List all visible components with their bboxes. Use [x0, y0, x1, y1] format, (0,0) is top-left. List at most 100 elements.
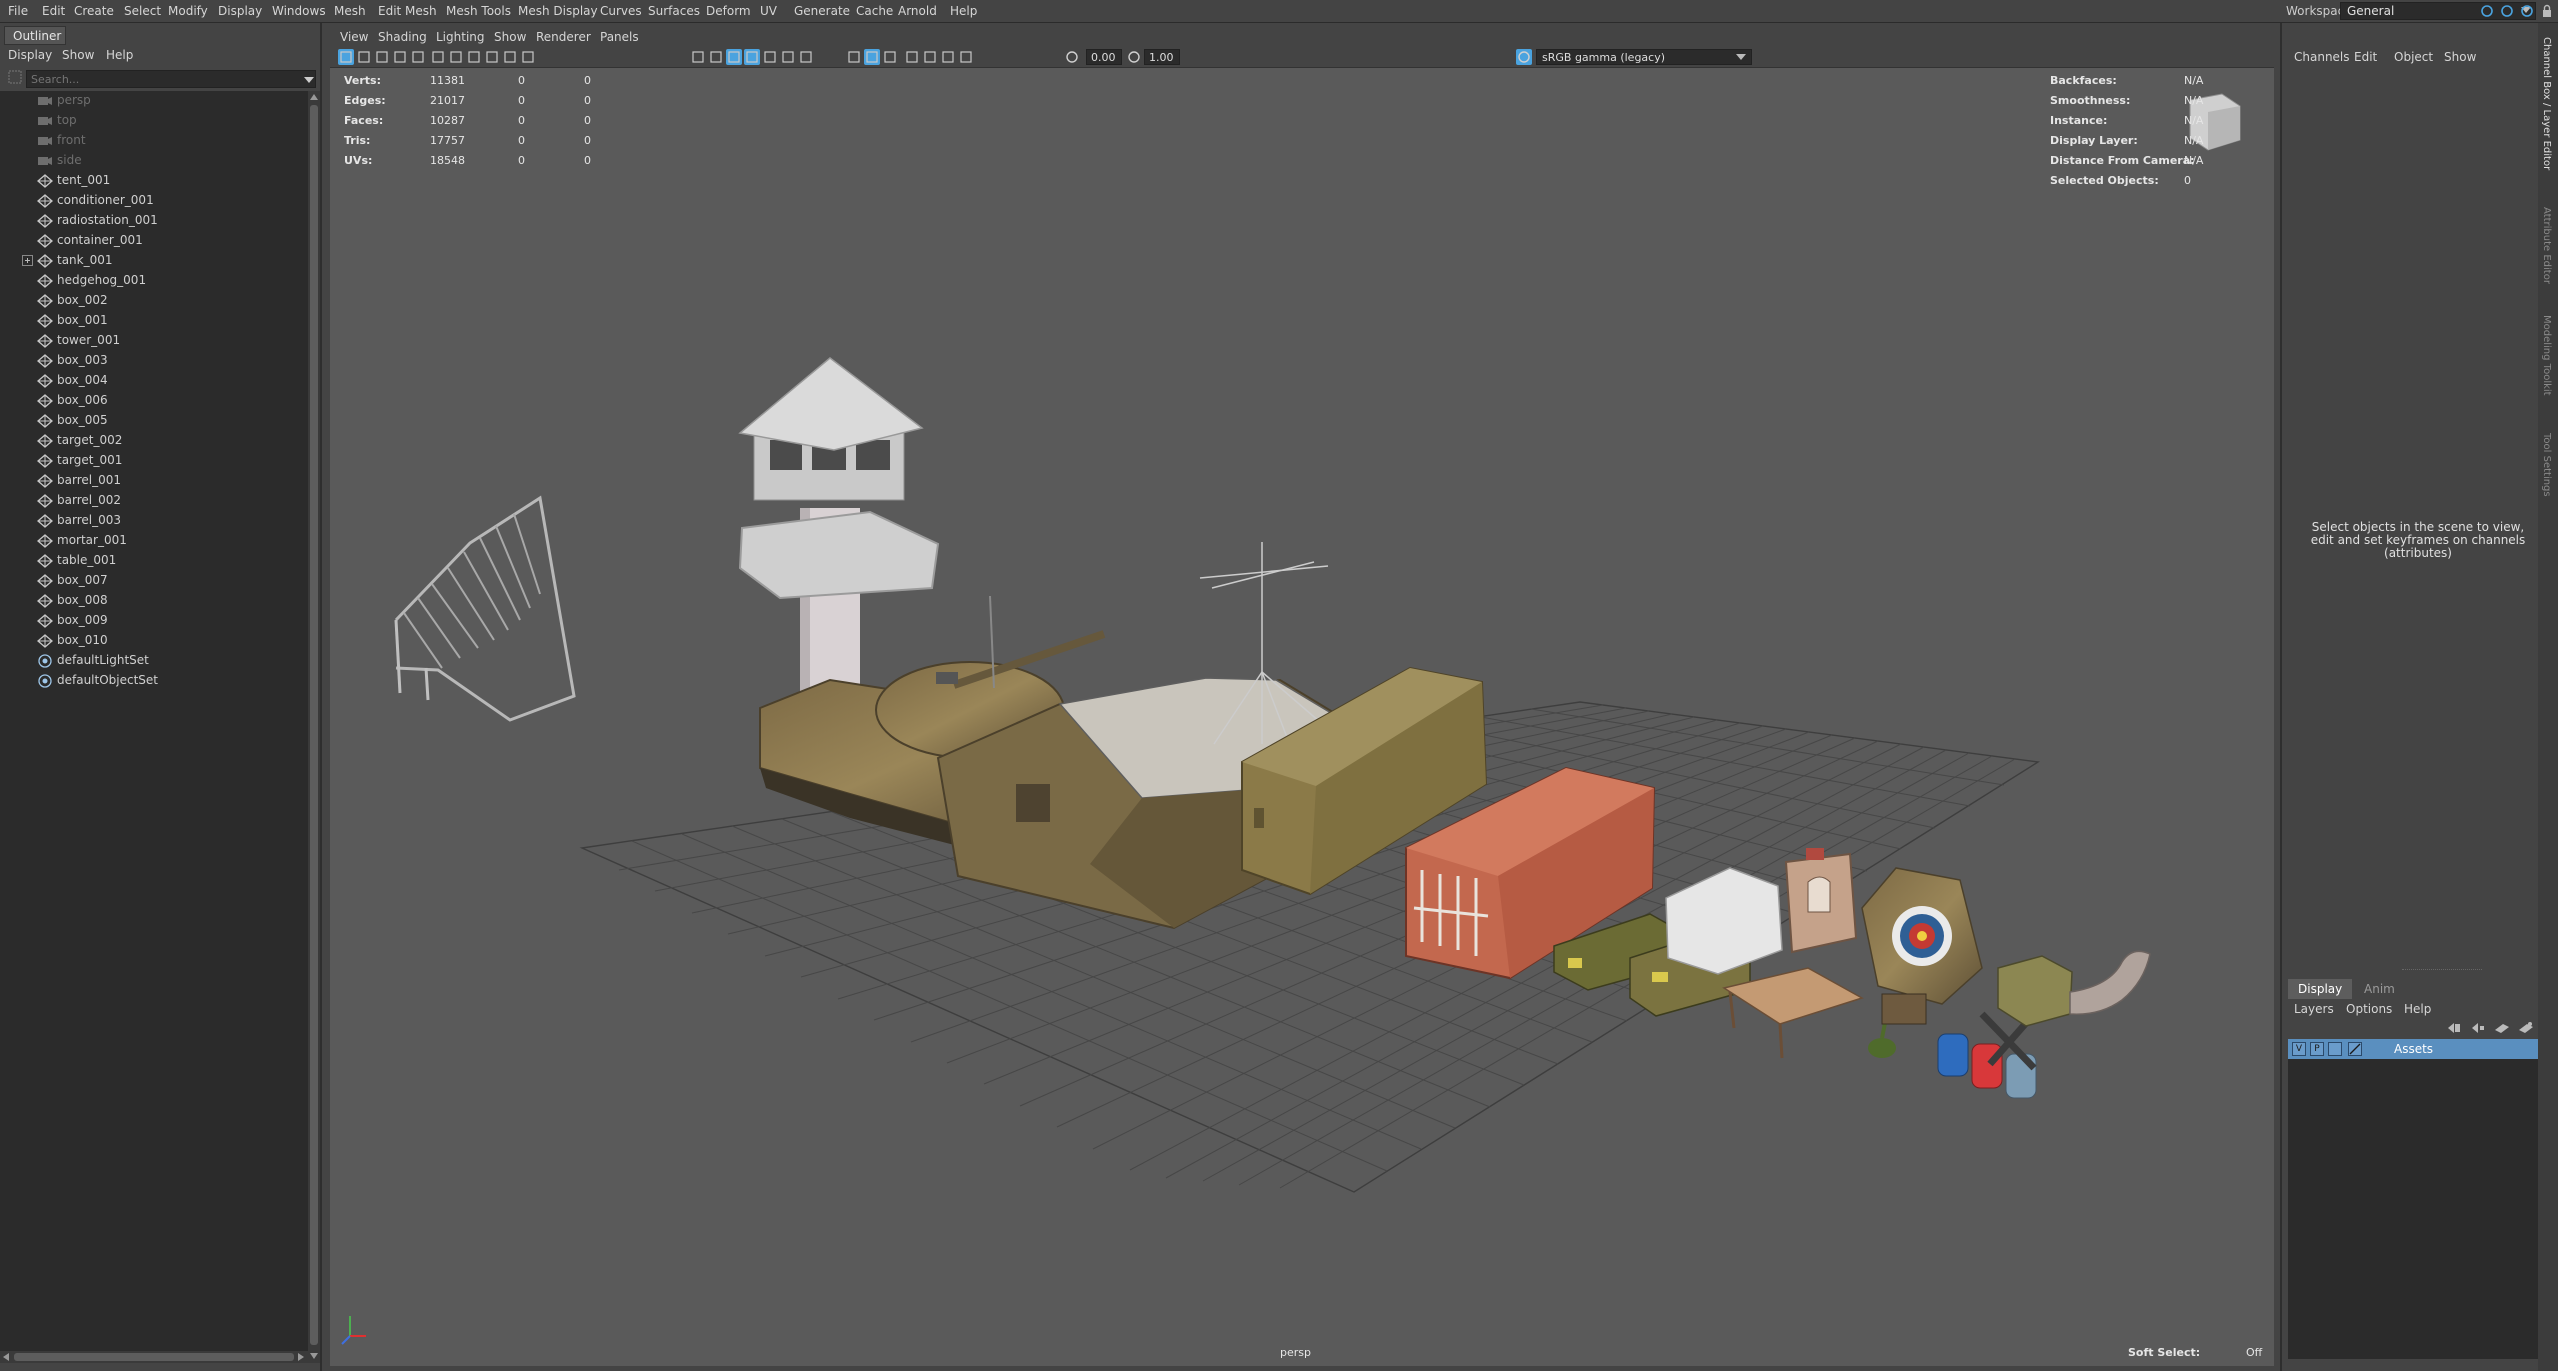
- outliner-item[interactable]: box_008: [0, 591, 308, 611]
- outliner-item[interactable]: tank_001: [0, 251, 308, 271]
- select-camera-icon[interactable]: [338, 49, 354, 65]
- xray-icon[interactable]: [922, 49, 938, 65]
- menu-mesh[interactable]: Mesh: [334, 4, 366, 18]
- outliner-item[interactable]: conditioner_001: [0, 191, 308, 211]
- side-tab-tool-settings[interactable]: Tool Settings: [2541, 433, 2552, 497]
- use-lights-icon[interactable]: [762, 49, 778, 65]
- outliner-item[interactable]: tower_001: [0, 331, 308, 351]
- viewport-menu-renderer[interactable]: Renderer: [536, 30, 591, 44]
- channel-menu-edit[interactable]: Edit: [2354, 50, 2377, 64]
- scroll-down-icon[interactable]: [310, 1353, 318, 1359]
- layer-menu-layers[interactable]: Layers: [2294, 1002, 2334, 1016]
- new-layer-icon[interactable]: [2494, 1021, 2510, 1035]
- layer-row-assets[interactable]: V P Assets: [2288, 1039, 2538, 1059]
- menu-mesh-tools[interactable]: Mesh Tools: [446, 4, 511, 18]
- viewport-3d[interactable]: Verts: 11381 0 0 Edges: 21017 0 0 Faces: 10287 0 0 T…: [330, 68, 2274, 1366]
- layer-menu-options[interactable]: Options: [2346, 1002, 2392, 1016]
- textured-icon[interactable]: [744, 49, 760, 65]
- viewport-menu-panels[interactable]: Panels: [600, 30, 639, 44]
- outliner-item[interactable]: box_006: [0, 391, 308, 411]
- outliner-item[interactable]: side: [0, 151, 308, 171]
- safe-title-icon[interactable]: [520, 49, 536, 65]
- viewport-menu-view[interactable]: View: [340, 30, 368, 44]
- smooth-shade-icon[interactable]: [708, 49, 724, 65]
- channel-menu-object[interactable]: Object: [2394, 50, 2433, 64]
- menu-surfaces[interactable]: Surfaces: [648, 4, 700, 18]
- outliner-item[interactable]: table_001: [0, 551, 308, 571]
- color-space-dropdown[interactable]: sRGB gamma (legacy): [1536, 49, 1752, 65]
- shadows-icon[interactable]: [780, 49, 796, 65]
- outliner-item[interactable]: target_002: [0, 431, 308, 451]
- outliner-item[interactable]: box_003: [0, 351, 308, 371]
- depth-of-field-icon[interactable]: [882, 49, 898, 65]
- outliner-tab[interactable]: Outliner: [4, 26, 66, 45]
- outliner-vertical-scrollbar[interactable]: [308, 91, 320, 1363]
- safe-action-icon[interactable]: [502, 49, 518, 65]
- outliner-item[interactable]: barrel_003: [0, 511, 308, 531]
- outliner-item[interactable]: box_001: [0, 311, 308, 331]
- menu-file[interactable]: File: [8, 4, 28, 18]
- isolate-select-icon[interactable]: [904, 49, 920, 65]
- image-plane-icon[interactable]: [392, 49, 408, 65]
- camera-attributes-icon[interactable]: [356, 49, 372, 65]
- scroll-left-icon[interactable]: [3, 1353, 9, 1361]
- search-dropdown-icon[interactable]: [304, 77, 314, 83]
- anti-aliasing-icon[interactable]: [864, 49, 880, 65]
- color-management-icon[interactable]: [1516, 49, 1532, 65]
- outliner-item[interactable]: box_007: [0, 571, 308, 591]
- exposure-field[interactable]: 0.00: [1086, 49, 1122, 65]
- layer-visibility-toggle[interactable]: V: [2292, 1042, 2306, 1056]
- menu-modify[interactable]: Modify: [168, 4, 208, 18]
- viewport-menu-show[interactable]: Show: [494, 30, 526, 44]
- outliner-item[interactable]: box_002: [0, 291, 308, 311]
- move-layer-down-icon[interactable]: [2470, 1021, 2486, 1035]
- search-options-icon[interactable]: [8, 70, 22, 84]
- grid-toggle-icon[interactable]: [410, 49, 426, 65]
- layer-display-type-toggle[interactable]: [2328, 1042, 2342, 1056]
- outliner-item[interactable]: box_005: [0, 411, 308, 431]
- side-tab-channel-box[interactable]: Channel Box / Layer Editor: [2541, 37, 2552, 170]
- menu-curves[interactable]: Curves: [600, 4, 642, 18]
- outliner-item[interactable]: persp: [0, 91, 308, 111]
- outliner-search-input[interactable]: [26, 70, 316, 88]
- outliner-item[interactable]: target_001: [0, 451, 308, 471]
- layer-color-swatch-icon[interactable]: [2348, 1042, 2362, 1056]
- outliner-menu-help[interactable]: Help: [106, 48, 133, 62]
- channel-menu-channels[interactable]: Channels: [2294, 50, 2350, 64]
- outliner-item[interactable]: radiostation_001: [0, 211, 308, 231]
- gate-mask-icon[interactable]: [466, 49, 482, 65]
- default-material-icon[interactable]: [726, 49, 742, 65]
- menu-create[interactable]: Create: [74, 4, 114, 18]
- menu-uv[interactable]: UV: [760, 4, 777, 18]
- menu-mesh-display[interactable]: Mesh Display: [518, 4, 598, 18]
- panel-splitter[interactable]: [2402, 969, 2482, 972]
- wireframe-icon[interactable]: [690, 49, 706, 65]
- menu-edit[interactable]: Edit: [42, 4, 65, 18]
- outliner-item[interactable]: box_004: [0, 371, 308, 391]
- field-chart-icon[interactable]: [484, 49, 500, 65]
- viewport-menu-shading[interactable]: Shading: [378, 30, 427, 44]
- outliner-horizontal-scrollbar[interactable]: [0, 1351, 308, 1363]
- scrollbar-thumb[interactable]: [310, 105, 318, 1345]
- gamma-icon[interactable]: [1126, 49, 1142, 65]
- expand-plus-icon[interactable]: [22, 255, 33, 266]
- channel-menu-show[interactable]: Show: [2444, 50, 2476, 64]
- outliner-item[interactable]: box_009: [0, 611, 308, 631]
- side-tab-modeling-toolkit[interactable]: Modeling Toolkit: [2541, 315, 2552, 396]
- menu-display[interactable]: Display: [218, 4, 262, 18]
- menu-select[interactable]: Select: [124, 4, 161, 18]
- layer-playback-toggle[interactable]: P: [2310, 1042, 2324, 1056]
- viewport-menu-lighting[interactable]: Lighting: [436, 30, 485, 44]
- film-gate-icon[interactable]: [430, 49, 446, 65]
- scroll-up-icon[interactable]: [310, 94, 318, 100]
- outliner-item[interactable]: barrel_002: [0, 491, 308, 511]
- outliner-item[interactable]: top: [0, 111, 308, 131]
- outliner-item[interactable]: hedgehog_001: [0, 271, 308, 291]
- menu-edit-mesh[interactable]: Edit Mesh: [378, 4, 437, 18]
- tab-display[interactable]: Display: [2288, 979, 2353, 999]
- tab-anim[interactable]: Anim: [2354, 979, 2405, 999]
- outliner-menu-display[interactable]: Display: [8, 48, 52, 62]
- backface-culling-icon[interactable]: [958, 49, 974, 65]
- layer-menu-help[interactable]: Help: [2404, 1002, 2431, 1016]
- outliner-item[interactable]: barrel_001: [0, 471, 308, 491]
